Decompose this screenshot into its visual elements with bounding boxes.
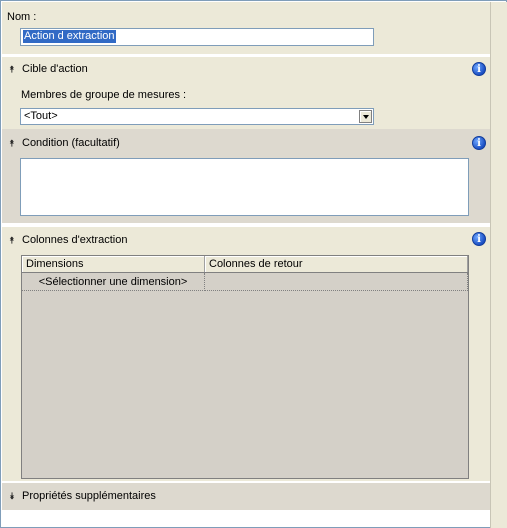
info-icon[interactable]: i: [472, 136, 486, 150]
name-label: Nom :: [7, 11, 37, 23]
measure-group-dropdown[interactable]: <Tout>: [20, 108, 374, 125]
collapse-condition-icon[interactable]: ⯭: [7, 138, 17, 148]
name-input-value: Action d extraction: [23, 30, 116, 43]
columns-title: Colonnes d'extraction: [22, 234, 128, 246]
dimension-cell[interactable]: <Sélectionner une dimension>: [22, 273, 205, 291]
grid-header: Dimensions Colonnes de retour: [22, 256, 468, 273]
expand-properties-icon[interactable]: ⯯: [7, 491, 17, 501]
measure-group-label: Membres de groupe de mesures :: [21, 89, 187, 101]
target-title: Cible d'action: [22, 63, 88, 75]
name-input[interactable]: Action d extraction: [20, 28, 374, 46]
return-column-cell[interactable]: [205, 273, 468, 291]
columns-section: ⯭ Colonnes d'extraction i Dimensions Col…: [2, 227, 490, 481]
columns-grid: Dimensions Colonnes de retour <Sélection…: [21, 255, 469, 479]
info-icon[interactable]: i: [472, 232, 486, 246]
action-editor-panel: Nom : Action d extraction ⯭ Cible d'acti…: [0, 0, 507, 528]
condition-textarea[interactable]: [20, 158, 469, 216]
header-return-columns[interactable]: Colonnes de retour: [205, 256, 468, 272]
header-dimensions[interactable]: Dimensions: [22, 256, 205, 272]
collapse-columns-icon[interactable]: ⯭: [7, 235, 17, 245]
table-row[interactable]: <Sélectionner une dimension>: [22, 273, 468, 291]
condition-title: Condition (facultatif): [22, 137, 120, 149]
extra-properties-section[interactable]: ⯯ Propriétés supplémentaires: [2, 483, 490, 510]
right-margin: [490, 2, 507, 528]
collapse-target-icon[interactable]: ⯭: [7, 64, 17, 74]
measure-group-value: <Tout>: [24, 110, 58, 122]
name-section: Nom : Action d extraction: [2, 2, 490, 54]
chevron-down-icon[interactable]: [359, 110, 372, 123]
condition-section: ⯭ Condition (facultatif) i: [2, 129, 490, 223]
info-icon[interactable]: i: [472, 62, 486, 76]
extra-properties-title: Propriétés supplémentaires: [22, 490, 156, 502]
target-section: ⯭ Cible d'action i Membres de groupe de …: [2, 57, 490, 129]
